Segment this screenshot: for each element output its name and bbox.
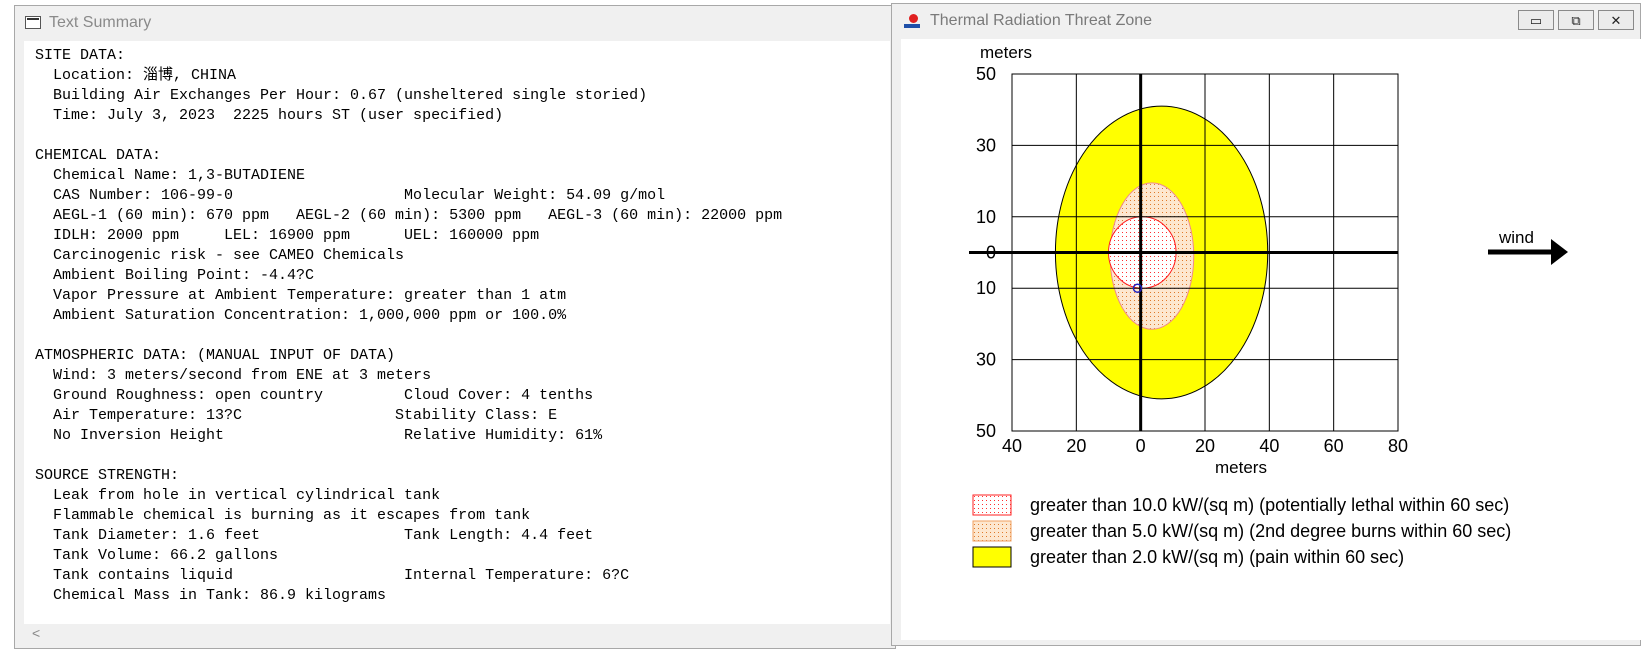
x-tick-label: 60 [1324,436,1344,456]
y-axis-label: meters [980,43,1032,62]
summary-text: SITE DATA: Location: 淄博, CHINA Building … [35,47,783,604]
x-tick-label: 80 [1388,436,1408,456]
horizontal-scrollbar[interactable]: < [24,624,890,644]
x-tick-label: 40 [1259,436,1279,456]
wind-label: wind [1498,228,1534,247]
x-tick-label: 40 [1002,436,1022,456]
legend-swatch [972,546,1012,568]
maximize-button[interactable]: ⧉ [1558,10,1594,30]
close-button[interactable]: ✕ [1598,10,1634,30]
y-tick-label: 30 [976,350,996,370]
y-tick-label: 50 [976,64,996,84]
summary-text-area[interactable]: SITE DATA: Location: 淄博, CHINA Building … [24,41,890,624]
x-tick-label: 20 [1195,436,1215,456]
legend-swatch [972,494,1012,516]
threat-zone-plot-area: 50 30 10 0 10 30 50 40 20 0 20 40 60 80 meters meters wi… [901,39,1641,640]
window-title: Thermal Radiation Threat Zone [930,11,1153,29]
threat-zone-window[interactable]: Thermal Radiation Threat Zone ▭ ⧉ ✕ 50 30… [891,3,1641,646]
y-tick-label: 10 [976,207,996,227]
y-tick-label: 10 [976,278,996,298]
wind-arrow-icon [1551,239,1568,265]
x-tick-label: 0 [1136,436,1146,456]
threat-zone-icon [904,13,922,28]
legend-swatch [972,520,1012,542]
x-axis-label: meters [1215,458,1267,477]
window-title: Text Summary [49,13,152,31]
y-tick-label: 0 [986,243,996,263]
scroll-left-icon[interactable]: < [32,625,40,641]
window-icon [25,16,41,29]
y-tick-label: 50 [976,421,996,441]
text-summary-titlebar[interactable]: Text Summary [15,6,895,39]
legend-label: greater than 10.0 kW/(sq m) (potentially… [1030,495,1509,515]
x-tick-label: 20 [1066,436,1086,456]
minimize-button[interactable]: ▭ [1518,10,1554,30]
y-tick-label: 30 [976,135,996,155]
text-summary-window[interactable]: Text Summary SITE DATA: Location: 淄博, CH… [14,5,896,649]
legend-label: greater than 5.0 kW/(sq m) (2nd degree b… [1030,521,1511,541]
threat-zone-titlebar[interactable]: Thermal Radiation Threat Zone ▭ ⧉ ✕ [892,4,1640,37]
threat-zone-chart: 50 30 10 0 10 30 50 40 20 0 20 40 60 80 meters meters wi… [969,43,1568,568]
legend-label: greater than 2.0 kW/(sq m) (pain within … [1030,547,1404,567]
